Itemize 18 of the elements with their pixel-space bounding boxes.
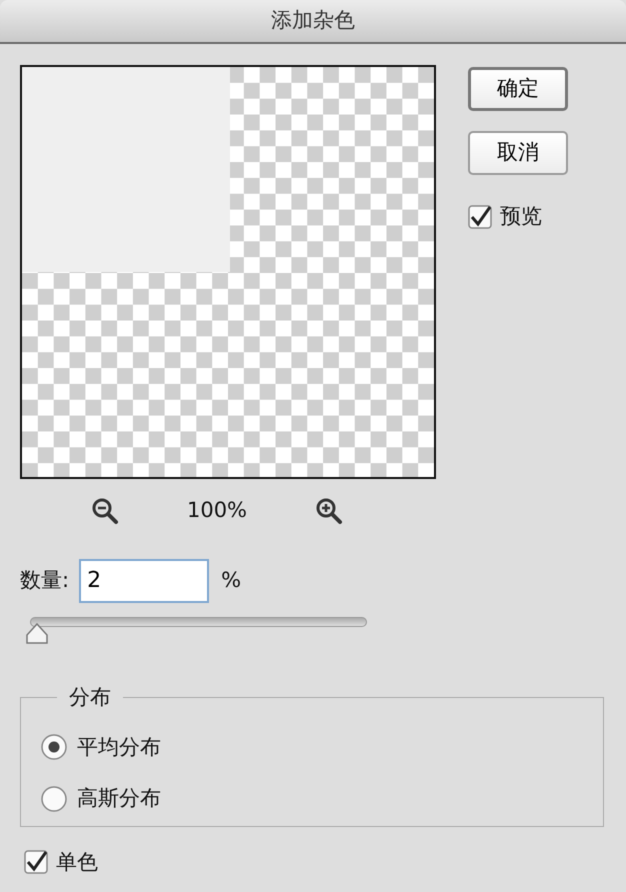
unit-label: % xyxy=(221,566,242,594)
checkbox[interactable] xyxy=(24,850,48,874)
dialog-button[interactable]: 确定 xyxy=(468,67,568,111)
amount-field[interactable]: 2 xyxy=(79,558,210,602)
checkbox[interactable] xyxy=(468,204,492,229)
slider-thumb[interactable] xyxy=(26,622,48,644)
amount-label: 数量: xyxy=(20,566,70,594)
checkbox-label: 预览 xyxy=(500,203,542,230)
radio-button[interactable] xyxy=(41,734,67,760)
zoom-out-icon[interactable] xyxy=(90,496,120,526)
radio-label: 高斯分布 xyxy=(77,785,161,812)
radio-label: 平均分布 xyxy=(77,734,161,760)
zoom-level: 100% xyxy=(186,497,248,524)
window-title: 添加杂色 xyxy=(271,7,355,34)
radio-button[interactable] xyxy=(41,786,67,812)
zoom-in-icon[interactable] xyxy=(314,496,344,526)
dialog-button[interactable]: 取消 xyxy=(468,131,568,175)
checkbox-label: 单色 xyxy=(56,848,98,876)
